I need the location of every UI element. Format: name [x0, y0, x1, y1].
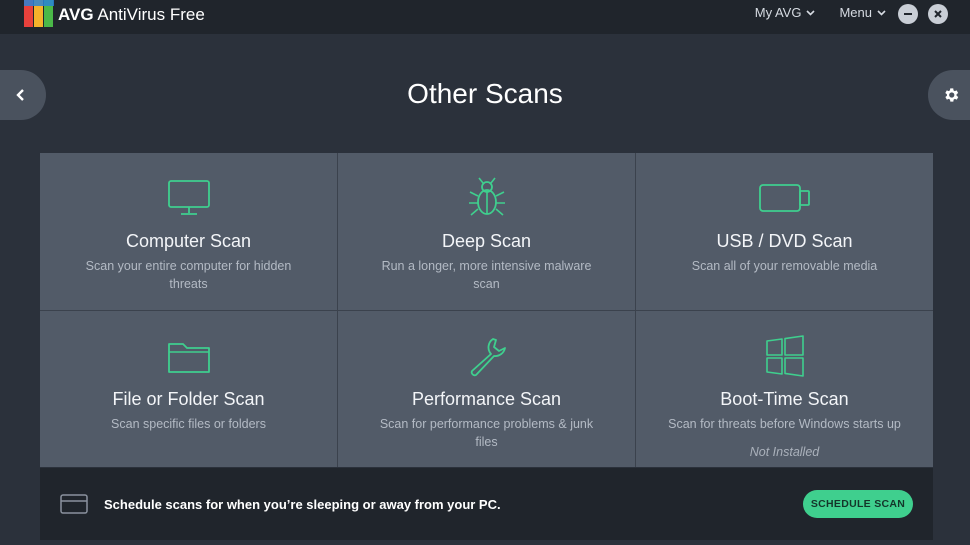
scan-title: Performance Scan	[411, 388, 562, 409]
not-installed-note: Not Installed	[749, 445, 820, 459]
bug-icon	[468, 177, 505, 216]
windows-icon	[765, 334, 804, 377]
schedule-bar: Schedule scans for when you’re sleeping …	[40, 468, 933, 540]
wrench-icon	[470, 337, 506, 376]
scan-description: Scan for threats before Windows starts u…	[668, 416, 901, 431]
deep-scan-tile[interactable]: Deep Scan Run a longer, more intensive m…	[338, 153, 635, 310]
scan-title: USB / DVD Scan	[716, 231, 853, 251]
scan-description: Scan your entire computer for hidden thr…	[85, 259, 292, 291]
app-name: AntiVirus Free	[97, 5, 205, 24]
scan-description: Scan for performance problems & junk fil…	[379, 416, 594, 449]
app-brand: AVG	[58, 5, 94, 24]
monitor-icon	[167, 180, 210, 215]
menu-label: Menu	[839, 5, 872, 20]
gear-icon	[945, 88, 959, 102]
usb-drive-icon	[758, 184, 810, 212]
computer-scan-tile[interactable]: Computer Scan Scan your entire computer …	[40, 153, 337, 310]
menu-link[interactable]: Menu	[839, 5, 886, 20]
avg-logo-icon	[24, 0, 54, 27]
scan-title: File or Folder Scan	[112, 388, 265, 409]
close-button[interactable]	[928, 4, 948, 24]
schedule-scan-button[interactable]: SCHEDULE SCAN	[803, 490, 913, 518]
app-title: AVG AntiVirus Free	[58, 5, 205, 25]
boot-time-scan-tile[interactable]: Boot-Time Scan Scan for threats before W…	[636, 310, 933, 467]
scan-description: Run a longer, more intensive malware sca…	[381, 259, 592, 291]
title-bar: AVG AntiVirus Free My AVG Menu	[0, 0, 970, 34]
scan-title: Boot-Time Scan	[720, 388, 849, 409]
scan-title: Computer Scan	[125, 231, 252, 251]
my-avg-link[interactable]: My AVG	[755, 5, 816, 20]
schedule-text: Schedule scans for when you’re sleeping …	[104, 496, 501, 512]
chevron-down-icon	[877, 9, 886, 16]
page-title: Other Scans	[407, 78, 563, 109]
my-avg-label: My AVG	[754, 5, 802, 20]
scan-description: Scan specific files or folders	[111, 416, 266, 431]
minimize-icon	[904, 13, 912, 15]
scan-grid: Computer Scan Scan your entire computer …	[40, 153, 933, 467]
folder-icon	[167, 342, 210, 373]
usb-dvd-scan-tile[interactable]: USB / DVD Scan Scan all of your removabl…	[636, 153, 933, 310]
file-folder-scan-tile[interactable]: File or Folder Scan Scan specific files …	[40, 310, 337, 467]
performance-scan-tile[interactable]: Performance Scan Scan for performance pr…	[338, 310, 635, 467]
chevron-down-icon	[806, 9, 816, 16]
calendar-icon	[60, 494, 88, 514]
close-icon	[934, 10, 942, 18]
scan-title: Deep Scan	[441, 231, 532, 251]
minimize-button[interactable]	[898, 4, 918, 24]
scan-description: Scan all of your removable media	[691, 259, 878, 273]
settings-button[interactable]	[928, 70, 970, 120]
